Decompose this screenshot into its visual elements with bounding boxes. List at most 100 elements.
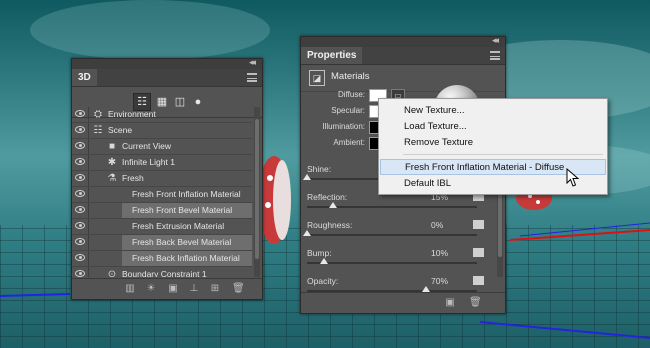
- menu-item[interactable]: New Texture...: [379, 103, 607, 119]
- row-divider: [88, 155, 89, 170]
- texture-label: Diffuse:: [338, 90, 365, 99]
- material-slider: Reflection: 15%: [301, 192, 497, 220]
- texture-label: Illumination:: [322, 122, 365, 131]
- materials-icon[interactable]: ◪: [309, 70, 325, 86]
- trash-icon[interactable]: 🗑: [232, 283, 245, 295]
- row-divider: [88, 123, 89, 138]
- slider-knob[interactable]: [303, 230, 311, 236]
- environment-icon: ⛭: [94, 109, 102, 120]
- row-divider: [88, 187, 89, 202]
- materials-header: ◪ Materials: [301, 65, 505, 92]
- scene-layer-label: Fresh Extrusion Material: [132, 221, 225, 231]
- slider-value[interactable]: 70%: [431, 276, 448, 286]
- slider-folder-icon[interactable]: [473, 248, 484, 257]
- scene-layer-row[interactable]: ✱ Infinite Light 1: [72, 155, 252, 171]
- visibility-eye-icon[interactable]: [75, 206, 85, 213]
- align-icon[interactable]: ⊥: [188, 283, 200, 295]
- ground-shadow-icon[interactable]: ▥: [124, 283, 136, 295]
- new-object-icon[interactable]: ⊞: [209, 283, 221, 295]
- texture-label: Ambient:: [333, 138, 365, 147]
- slider-value[interactable]: 10%: [431, 248, 448, 258]
- trash-icon[interactable]: 🗑: [469, 297, 482, 309]
- material-slider: Bump: 10%: [301, 248, 497, 276]
- scene-layer-label: Fresh Back Bevel Material: [132, 237, 232, 247]
- render-icon[interactable]: ▣: [444, 297, 456, 309]
- visibility-eye-icon[interactable]: [75, 254, 85, 261]
- panel-3d-titlebar[interactable]: ◂◂: [72, 57, 262, 69]
- row-divider: [88, 219, 89, 234]
- visibility-eye-icon[interactable]: [75, 190, 85, 197]
- slider-knob[interactable]: [320, 258, 328, 264]
- scene-layer-row[interactable]: Fresh Back Bevel Material: [72, 235, 252, 251]
- slider-track[interactable]: [307, 234, 477, 236]
- section-title: Materials: [331, 71, 370, 82]
- menu-item[interactable]: Remove Texture: [379, 135, 607, 151]
- visibility-eye-icon[interactable]: [75, 142, 85, 149]
- scene-layer-row[interactable]: ■ Current View: [72, 139, 252, 155]
- slider-knob[interactable]: [328, 202, 337, 208]
- row-divider: [88, 107, 89, 122]
- slider-label: Opacity:: [307, 276, 339, 286]
- visibility-eye-icon[interactable]: [75, 174, 85, 181]
- scene-layer-row[interactable]: ⛭ Environment: [72, 107, 252, 123]
- slider-folder-icon[interactable]: [473, 220, 484, 229]
- row-divider: [88, 251, 89, 266]
- row-divider: [88, 171, 89, 186]
- scene-layer-row[interactable]: ⚗ Fresh: [72, 171, 252, 187]
- scene-layer-row[interactable]: Fresh Front Bevel Material: [72, 203, 252, 219]
- render-icon[interactable]: ▣: [167, 283, 179, 295]
- scene-layer-list: ⛭ Environment ☷ Scene ■ Current View ✱ Infinite…: [72, 107, 252, 277]
- row-divider: [88, 267, 89, 277]
- slider-label: Bump:: [307, 248, 332, 258]
- slider-knob[interactable]: [303, 174, 311, 180]
- scene-layer-label: Fresh Back Inflation Material: [132, 253, 240, 263]
- visibility-eye-icon[interactable]: [75, 238, 85, 245]
- visibility-eye-icon[interactable]: [75, 158, 85, 165]
- scene-layer-row[interactable]: Fresh Front Inflation Material: [72, 187, 252, 203]
- scene-layer-row[interactable]: Fresh Extrusion Material: [72, 219, 252, 235]
- scene-list-scrollbar[interactable]: [254, 107, 260, 277]
- menu-separator: [403, 154, 603, 155]
- light-icon: ✱: [107, 157, 117, 168]
- panel-menu-icon[interactable]: [247, 73, 257, 82]
- tab-properties[interactable]: Properties: [301, 47, 363, 64]
- slider-label: Roughness:: [307, 220, 353, 230]
- collapse-icon[interactable]: ◂◂: [492, 35, 499, 46]
- visibility-eye-icon[interactable]: [75, 222, 85, 229]
- scene-layer-label: Current View: [122, 141, 171, 151]
- properties-tabbar: Properties: [301, 47, 505, 65]
- visibility-eye-icon[interactable]: [75, 126, 85, 133]
- slider-track[interactable]: [307, 262, 477, 264]
- slider-folder-icon[interactable]: [473, 276, 484, 285]
- menu-item[interactable]: Load Texture...: [379, 119, 607, 135]
- row-divider: [88, 139, 89, 154]
- material-slider: Roughness: 0%: [301, 220, 497, 248]
- camera-icon: ■: [108, 141, 116, 152]
- mesh-icon: ⚗: [107, 173, 117, 184]
- properties-titlebar[interactable]: ◂◂: [301, 35, 505, 47]
- mouse-cursor-icon: [566, 168, 580, 187]
- scene-layer-label: Boundary Constraint 1: [122, 269, 207, 277]
- scene-layer-label: Environment: [108, 109, 156, 119]
- collapse-icon[interactable]: ◂◂: [249, 57, 256, 68]
- visibility-eye-icon[interactable]: [75, 270, 85, 277]
- scene-layer-row[interactable]: Fresh Back Inflation Material: [72, 251, 252, 267]
- panel-menu-icon[interactable]: [490, 51, 500, 60]
- row-divider: [88, 203, 89, 218]
- scene-layer-label: Fresh: [122, 173, 144, 183]
- scene-layer-row[interactable]: ☷ Scene: [72, 123, 252, 139]
- tab-3d[interactable]: 3D: [72, 69, 97, 86]
- scene-layer-row[interactable]: ⊙ Boundary Constraint 1: [72, 267, 252, 277]
- visibility-eye-icon[interactable]: [75, 110, 85, 117]
- scene-layer-label: Fresh Front Bevel Material: [132, 205, 233, 215]
- scene-layer-label: Fresh Front Inflation Material: [132, 189, 241, 199]
- slider-value[interactable]: 0%: [431, 220, 443, 230]
- panel-3d-bottom-toolbar: ▥ ☀ ▣ ⊥ ⊞ 🗑: [72, 278, 262, 299]
- panel-3d: ◂◂ 3D ☷ ▦ ◫ ● ⛭ Environment ☷ Scene ■ Current…: [71, 57, 263, 300]
- add-light-icon[interactable]: ☀: [145, 283, 157, 295]
- slider-label: Reflection:: [307, 192, 348, 202]
- scene-layer-label: Scene: [108, 125, 133, 135]
- scene-layer-label: Infinite Light 1: [122, 157, 175, 167]
- scene-icon: ☷: [93, 125, 103, 136]
- slider-label: Shine:: [307, 164, 332, 174]
